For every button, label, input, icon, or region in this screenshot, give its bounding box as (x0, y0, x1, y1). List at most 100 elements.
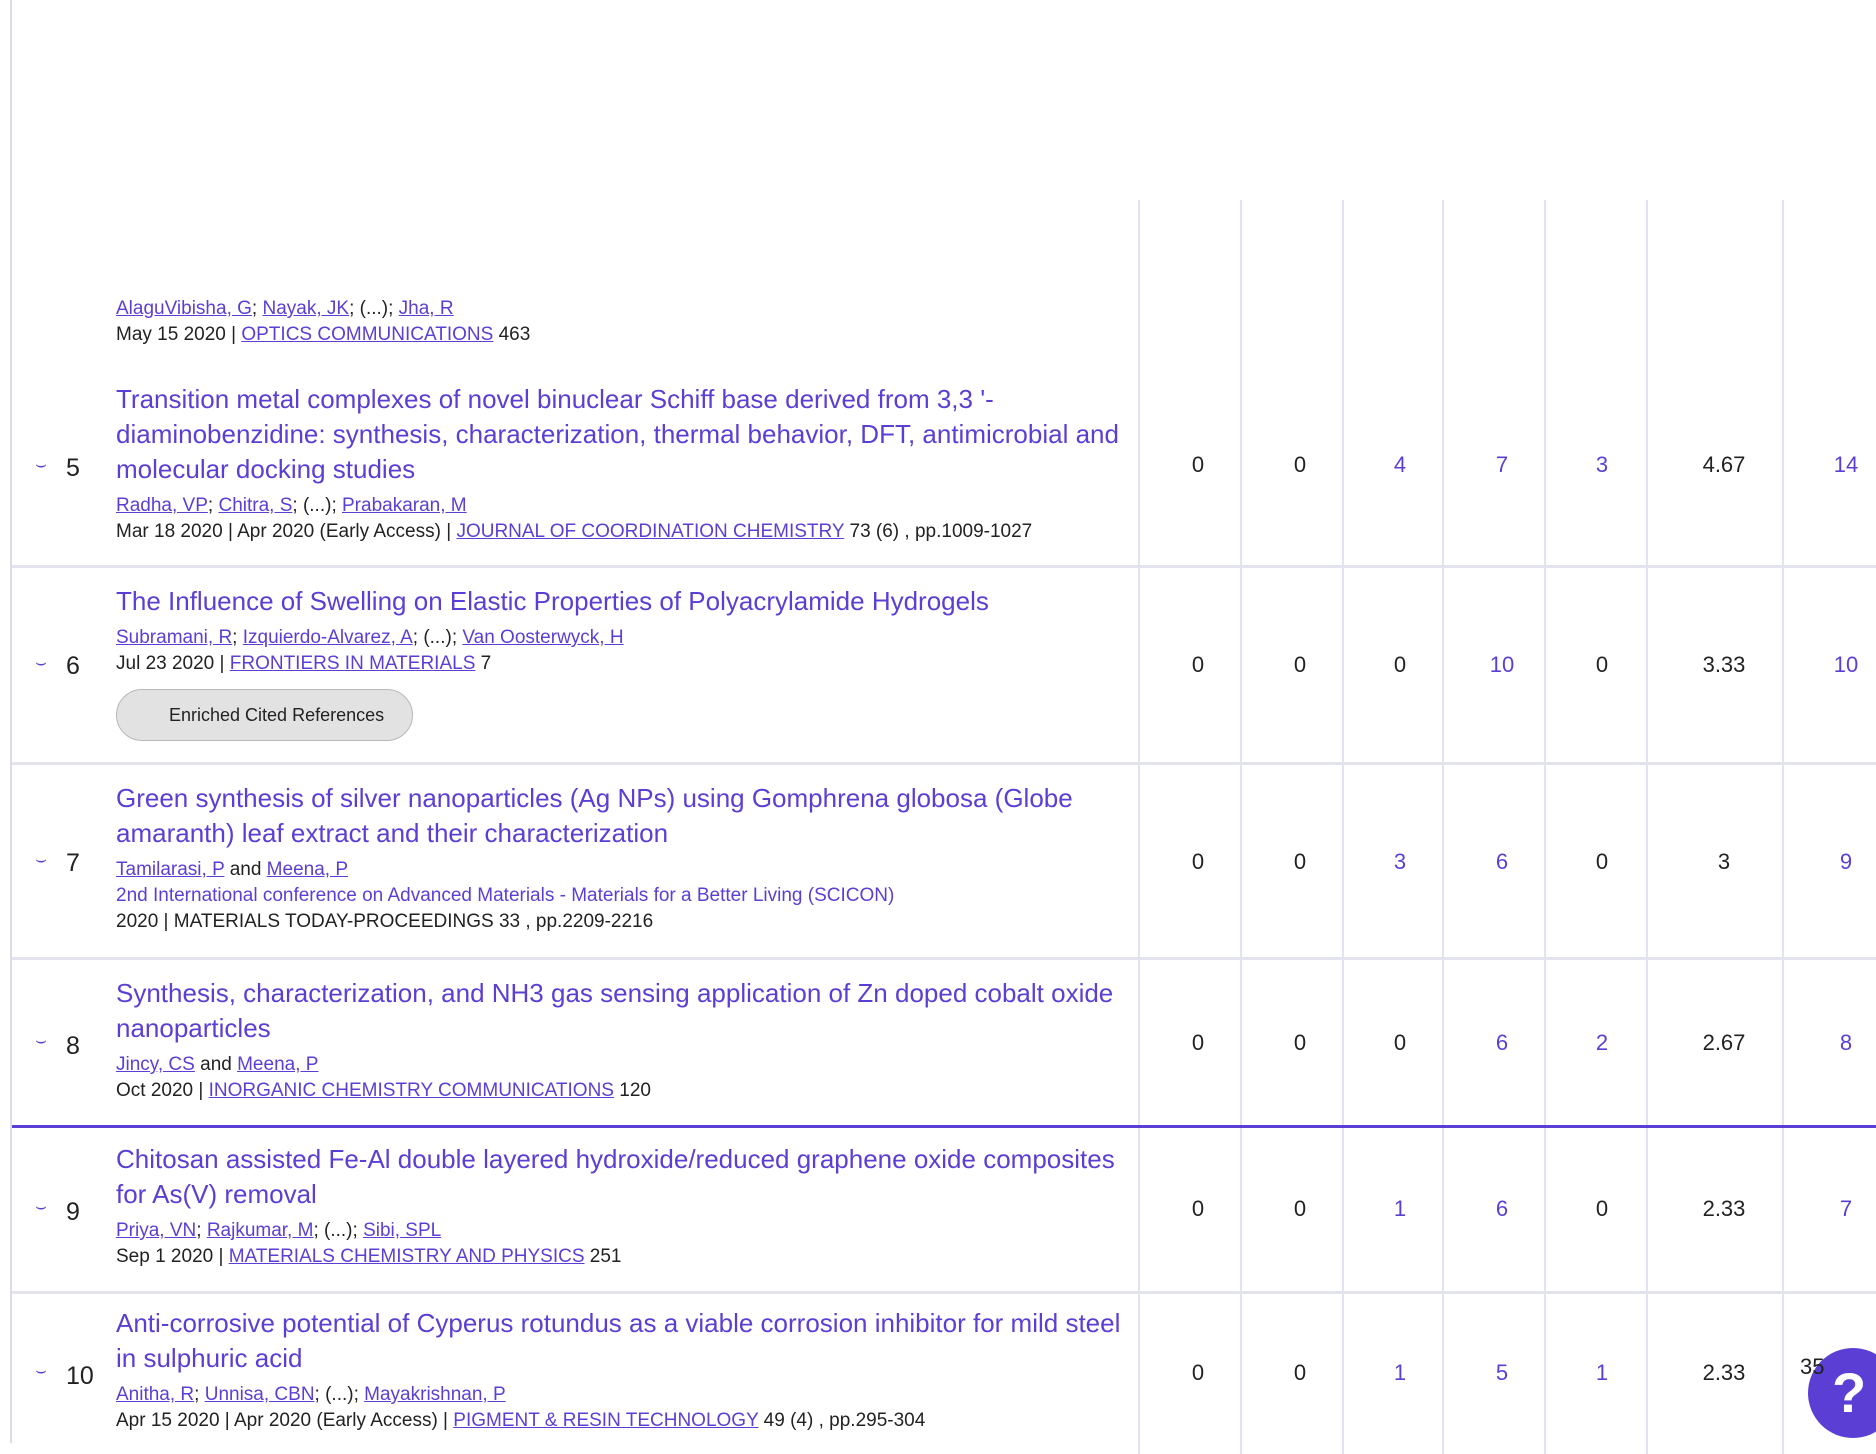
cell-value: 0 (1393, 652, 1407, 677)
cell-link[interactable]: 5 (1452, 1360, 1552, 1386)
cell-value: 0 (1293, 652, 1307, 677)
author-link[interactable]: Rajkumar, M (207, 1220, 314, 1241)
authors: Anitha, R; Unnisa, CBN; (...); Mayakrish… (116, 1384, 506, 1405)
row-toggle-icon[interactable]: ⌣ (28, 1360, 54, 1382)
publication-meta: Oct 2020 | INORGANIC CHEMISTRY COMMUNICA… (116, 1080, 651, 1101)
rank-number: 5 (66, 454, 80, 482)
journal-link[interactable]: INORGANIC CHEMISTRY COMMUNICATIONS (209, 1080, 614, 1101)
conference-link[interactable]: 2nd International conference on Advanced… (116, 883, 1126, 909)
rank-number: 9 (66, 1198, 80, 1226)
author-link[interactable]: Subramani, R (116, 627, 232, 648)
authors: Jincy, CS and Meena, P (116, 1054, 319, 1075)
total-link[interactable]: 7 (1796, 1196, 1876, 1222)
record-title-link[interactable]: The Influence of Swelling on Elastic Pro… (116, 584, 1126, 619)
cell-link[interactable]: 6 (1452, 1030, 1552, 1056)
journal-link[interactable]: MATERIALS CHEMISTRY AND PHYSICS (229, 1246, 585, 1267)
total-link[interactable]: 9 (1796, 849, 1876, 875)
cell-value: 0 (1293, 849, 1307, 874)
author-link[interactable]: Sibi, SPL (363, 1220, 441, 1241)
record-title-link[interactable]: Synthesis, characterization, and NH3 gas… (116, 976, 1126, 1046)
author-link[interactable]: AlaguVibisha, G (116, 298, 252, 319)
record-title-link[interactable]: Chitosan assisted Fe-Al double layered h… (116, 1142, 1126, 1212)
cell-value: 0 (1191, 652, 1205, 677)
author-link[interactable]: Prabakaran, M (342, 495, 467, 516)
row-toggle-icon[interactable]: ⌣ (28, 849, 54, 871)
cell-value: 0 (1595, 1196, 1609, 1221)
publication-meta: Jul 23 2020 | FRONTIERS IN MATERIALS 7 (116, 653, 492, 674)
journal-link[interactable]: PIGMENT & RESIN TECHNOLOGY (453, 1410, 758, 1431)
publication-meta: May 15 2020 | OPTICS COMMUNICATIONS 463 (116, 324, 531, 345)
authors: Subramani, R; Izquierdo-Alvarez, A; (...… (116, 627, 624, 648)
enriched-cited-references-button[interactable]: Enriched Cited References (116, 689, 414, 741)
rank-number: 7 (66, 849, 80, 877)
cell-link[interactable]: 3 (1552, 452, 1652, 478)
record-title-link[interactable]: Anti-corrosive potential of Cyperus rotu… (116, 1306, 1126, 1376)
journal-link[interactable]: JOURNAL OF COORDINATION CHEMISTRY (456, 521, 844, 542)
cell-link[interactable]: 1 (1350, 1196, 1450, 1222)
author-link[interactable]: Jha, R (399, 298, 454, 319)
row-toggle-icon[interactable]: ⌣ (28, 1030, 54, 1052)
author-link[interactable]: Unnisa, CBN (205, 1384, 315, 1405)
author-link[interactable]: Radha, VP (116, 495, 208, 516)
average-value: 2.33 (1702, 1196, 1746, 1221)
table-row-partial: AlaguVibisha, G; Nayak, JK; (...); Jha, … (12, 200, 1876, 369)
author-link[interactable]: Izquierdo-Alvarez, A (243, 627, 413, 648)
publication-meta: 2020 | MATERIALS TODAY-PROCEEDINGS 33 , … (116, 911, 654, 932)
authors: Tamilarasi, P and Meena, P (116, 859, 348, 880)
cell-value: 0 (1191, 1196, 1205, 1221)
average-value: 3.33 (1702, 652, 1746, 677)
table-row: ⌣ 8 Synthesis, characterization, and NH3… (12, 960, 1876, 1128)
cell-link[interactable]: 7 (1452, 452, 1552, 478)
cell-value: 0 (1191, 452, 1205, 477)
cell-link[interactable]: 2 (1552, 1030, 1652, 1056)
cell-link[interactable]: 3 (1350, 849, 1450, 875)
total-link[interactable]: 10 (1796, 652, 1876, 678)
row-toggle-icon[interactable]: ⌣ (28, 454, 54, 476)
rank-number: 10 (66, 1362, 94, 1390)
author-link[interactable]: Tamilarasi, P (116, 859, 224, 880)
author-link[interactable]: Jincy, CS (116, 1054, 195, 1075)
cell-link[interactable]: 1 (1350, 1360, 1450, 1386)
rank-number: 8 (66, 1032, 80, 1060)
cell-link[interactable]: 6 (1452, 849, 1552, 875)
total-link[interactable]: 14 (1796, 452, 1876, 478)
total-link[interactable]: 8 (1796, 1030, 1876, 1056)
cell-value: 0 (1191, 1030, 1205, 1055)
cell-value: 0 (1293, 1196, 1307, 1221)
cell-link[interactable]: 4 (1350, 452, 1450, 478)
table-row: ⌣ 10 Anti-corrosive potential of Cyperus… (12, 1294, 1876, 1454)
average-value: 3 (1717, 849, 1731, 874)
cell-value: 0 (1595, 652, 1609, 677)
cell-link[interactable]: 6 (1452, 1196, 1552, 1222)
publication-meta: Apr 15 2020 | Apr 2020 (Early Access) | … (116, 1410, 926, 1431)
record-title-link[interactable]: Transition metal complexes of novel binu… (116, 382, 1126, 487)
cell-value: 0 (1393, 1030, 1407, 1055)
author-link[interactable]: Chitra, S (218, 495, 292, 516)
table-row: ⌣ 6 The Influence of Swelling on Elastic… (12, 568, 1876, 765)
cell-value: 0 (1191, 1360, 1205, 1385)
publication-meta: Mar 18 2020 | Apr 2020 (Early Access) | … (116, 521, 1033, 542)
author-link[interactable]: Anitha, R (116, 1384, 194, 1405)
author-link[interactable]: Priya, VN (116, 1220, 196, 1241)
average-value: 4.67 (1702, 452, 1746, 477)
average-value: 2.33 (1702, 1360, 1746, 1385)
help-count: 35 (1800, 1354, 1825, 1379)
journal-link[interactable]: FRONTIERS IN MATERIALS (230, 653, 476, 674)
cell-link[interactable]: 10 (1452, 652, 1552, 678)
cell-value: 0 (1293, 452, 1307, 477)
author-link[interactable]: Van Oosterwyck, H (462, 627, 623, 648)
cell-value: 0 (1293, 1360, 1307, 1385)
table-row: ⌣ 5 Transition metal complexes of novel … (12, 366, 1876, 568)
author-link[interactable]: Mayakrishnan, P (364, 1384, 506, 1405)
author-link[interactable]: Meena, P (267, 859, 348, 880)
average-value: 2.67 (1702, 1030, 1746, 1055)
author-link[interactable]: Nayak, JK (262, 298, 349, 319)
author-link[interactable]: Meena, P (237, 1054, 318, 1075)
cell-link[interactable]: 1 (1552, 1360, 1652, 1386)
record-title-link[interactable]: Green synthesis of silver nanoparticles … (116, 781, 1126, 851)
row-toggle-icon[interactable]: ⌣ (28, 1196, 54, 1218)
journal-link[interactable]: OPTICS COMMUNICATIONS (241, 324, 493, 345)
row-toggle-icon[interactable]: ⌣ (28, 652, 54, 674)
header-spacer (12, 0, 1876, 201)
publication-meta: Sep 1 2020 | MATERIALS CHEMISTRY AND PHY… (116, 1246, 622, 1267)
